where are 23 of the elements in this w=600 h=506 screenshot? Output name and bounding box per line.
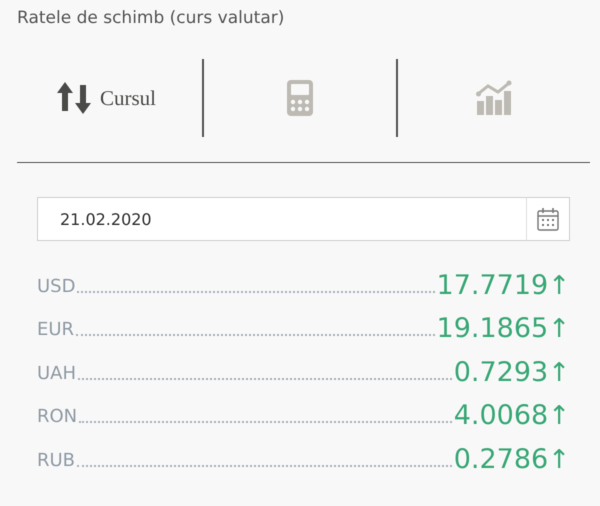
calendar-button[interactable] — [527, 197, 570, 241]
trend-arrow: ↑ — [548, 444, 570, 474]
trend-arrow: ↑ — [548, 314, 570, 344]
currency-code: EUR — [37, 319, 74, 342]
rate-value: 19.1865 — [436, 313, 548, 344]
rate-value: 17.7719 — [436, 270, 548, 300]
calculator-icon — [286, 79, 314, 117]
bar-chart-icon — [476, 80, 512, 116]
date-field[interactable]: 21.02.2020 — [37, 197, 527, 241]
currency-code: UAH — [37, 362, 76, 386]
rate-value: 0.2786 — [454, 444, 548, 474]
currency-code: RON — [37, 406, 78, 429]
trend-arrow: ↑ — [548, 401, 570, 431]
trend-arrow: ↑ — [548, 270, 570, 300]
calendar-icon — [537, 207, 559, 231]
rate-value: 4.0068 — [454, 400, 548, 431]
tab[interactable]: Cursul — [10, 70, 202, 126]
currency-code: RUB — [37, 450, 76, 472]
sort-arrows-icon — [56, 80, 92, 116]
page-title: Ratele de schimb (curs valutar) — [17, 8, 284, 28]
rate-value: 0.7293 — [454, 356, 548, 388]
trend-arrow: ↑ — [548, 358, 570, 388]
currency-code: USD — [37, 276, 76, 298]
